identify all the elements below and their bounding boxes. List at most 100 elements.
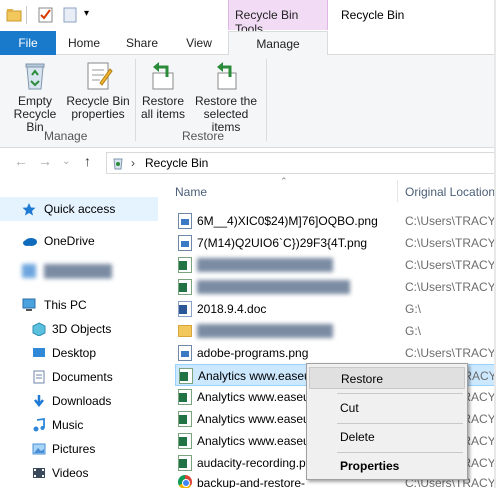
ribbon: Empty Recycle Bin Recycle Bin properties…: [0, 55, 496, 148]
restore-selected-items-button[interactable]: Restore the selected items: [190, 59, 262, 134]
breadcrumb-chevron-icon[interactable]: ›: [131, 156, 135, 170]
file-name: 7(M14)Q2UIO6`C})29F3{4T.png: [197, 236, 368, 250]
nav-item-videos[interactable]: Videos: [0, 461, 158, 485]
menu-item-label: Restore: [341, 372, 384, 386]
tab-home[interactable]: Home: [60, 31, 108, 55]
table-row[interactable]: 6M__4)XIC0$24)M]76]OQBO.png C:\Users\TRA…: [175, 210, 496, 232]
table-row[interactable]: adobe-programs.png C:\Users\TRACYW: [175, 342, 496, 364]
nav-item-this-pc[interactable]: This PC: [0, 293, 158, 317]
star-icon: [22, 202, 36, 216]
menu-item-restore[interactable]: Restore: [309, 367, 465, 389]
context-menu: Restore Cut Delete Properties: [306, 363, 468, 480]
menu-separator: [337, 452, 463, 453]
title-bar: ▾ Recycle Bin Tools Recycle Bin: [0, 0, 496, 36]
breadcrumb[interactable]: Recycle Bin: [145, 156, 208, 170]
column-header-original-location[interactable]: Original Location: [405, 185, 495, 199]
pictures-icon: [32, 442, 46, 456]
excel-icon: [178, 455, 192, 471]
file-location: G:\: [405, 324, 422, 338]
folder-icon: [178, 325, 192, 337]
nav-label: Quick access: [44, 202, 116, 216]
address-bar[interactable]: › Recycle Bin: [106, 152, 496, 174]
quick-access-dropdown-icon[interactable]: ▾: [84, 8, 89, 19]
table-row[interactable]: ████████████████ G:\: [175, 320, 496, 342]
nav-item-music[interactable]: Music: [0, 413, 158, 437]
music-note-icon: [32, 417, 46, 432]
restore-selected-icon: [210, 59, 242, 91]
group-separator: [135, 59, 136, 141]
file-name: ████████████████: [197, 324, 334, 338]
tab-share[interactable]: Share: [118, 31, 166, 55]
nav-label: Desktop: [52, 346, 97, 360]
context-tab-group: Recycle Bin Tools: [228, 0, 328, 36]
nav-item-blurred[interactable]: ████████: [0, 259, 158, 283]
menu-item-properties[interactable]: Properties: [309, 455, 465, 477]
restore-all-label-2: all items: [140, 107, 185, 121]
excel-icon: [179, 368, 193, 384]
nav-label: ████████: [44, 264, 113, 278]
properties-icon: [82, 59, 114, 91]
file-location: C:\Users\TRACYW: [405, 236, 496, 250]
file-name: adobe-programs.png: [197, 346, 309, 360]
tab-manage[interactable]: Manage: [228, 31, 328, 56]
file-name: Analytics www.easeus: [197, 412, 316, 426]
nav-item-pictures[interactable]: Pictures: [0, 437, 158, 461]
back-arrow-icon[interactable]: ←: [14, 153, 28, 169]
restore-all-items-button[interactable]: Restore all items: [138, 59, 188, 121]
tab-view[interactable]: View: [176, 31, 222, 55]
nav-label: Documents: [52, 370, 113, 384]
menu-item-delete[interactable]: Delete: [309, 426, 465, 448]
divider: [26, 6, 27, 24]
menu-item-label: Delete: [340, 430, 375, 444]
restore-all-icon: [147, 59, 179, 91]
tab-file[interactable]: File: [0, 31, 56, 55]
empty-recycle-bin-button[interactable]: Empty Recycle Bin: [4, 59, 66, 134]
network-icon: [22, 264, 36, 278]
up-arrow-icon[interactable]: ↑: [84, 153, 91, 169]
table-row[interactable]: 2018.9.4.doc G:\: [175, 298, 496, 320]
excel-icon: [178, 279, 192, 295]
menu-item-label: Cut: [340, 401, 359, 415]
file-location: C:\Users\TRACYW: [405, 258, 496, 272]
recycle-bin-properties-label-2: properties: [71, 107, 125, 121]
table-row[interactable]: ████████████████ C:\Users\TRACYW: [175, 254, 496, 276]
recent-locations-icon[interactable]: ⌄: [62, 156, 70, 167]
navigation-pane: Quick access OneDrive ████████ This PC 3…: [0, 176, 160, 488]
forward-arrow-icon[interactable]: →: [38, 153, 52, 169]
column-header-name[interactable]: Name: [175, 185, 207, 199]
nav-item-documents[interactable]: Documents: [0, 365, 158, 389]
nav-item-onedrive[interactable]: OneDrive: [0, 229, 158, 253]
menu-item-cut[interactable]: Cut: [309, 397, 465, 419]
excel-icon: [178, 257, 192, 273]
menu-separator: [337, 423, 463, 424]
menu-item-label: Properties: [340, 459, 400, 473]
group-label-restore: Restore: [182, 129, 225, 143]
nav-item-downloads[interactable]: Downloads: [0, 389, 158, 413]
table-row[interactable]: ██████████████████ C:\Users\TRACYW: [175, 276, 496, 298]
group-label-manage: Manage: [44, 129, 88, 143]
table-row[interactable]: 7(M14)Q2UIO6`C})29F3{4T.png C:\Users\TRA…: [175, 232, 496, 254]
png-icon: [178, 345, 192, 361]
nav-item-3d-objects[interactable]: 3D Objects: [0, 317, 158, 341]
file-name: audacity-recording.p: [197, 456, 306, 470]
nav-item-quick-access[interactable]: Quick access: [0, 197, 158, 221]
new-folder-icon[interactable]: [62, 7, 78, 23]
recycle-bin-properties-button[interactable]: Recycle Bin properties: [66, 59, 130, 121]
nav-item-desktop[interactable]: Desktop: [0, 341, 158, 365]
file-name: 6M__4)XIC0$24)M]76]OQBO.png: [197, 214, 378, 228]
png-icon: [178, 213, 192, 229]
folder-icon[interactable]: [6, 7, 22, 23]
excel-icon: [178, 411, 192, 427]
chrome-icon: [178, 475, 192, 488]
nav-label: Pictures: [52, 442, 96, 456]
group-separator: [266, 59, 267, 141]
file-location: C:\Users\TRACYW: [405, 346, 496, 360]
file-location: G:\: [405, 302, 422, 316]
menu-separator: [337, 393, 463, 394]
cloud-icon: [22, 234, 37, 248]
ribbon-tabs: File Home Share View Manage: [0, 31, 496, 56]
sort-ascending-icon: ⌃: [280, 176, 288, 186]
column-divider[interactable]: [397, 180, 398, 202]
properties-checkmark-icon[interactable]: [38, 7, 54, 23]
nav-label: Videos: [52, 466, 89, 480]
